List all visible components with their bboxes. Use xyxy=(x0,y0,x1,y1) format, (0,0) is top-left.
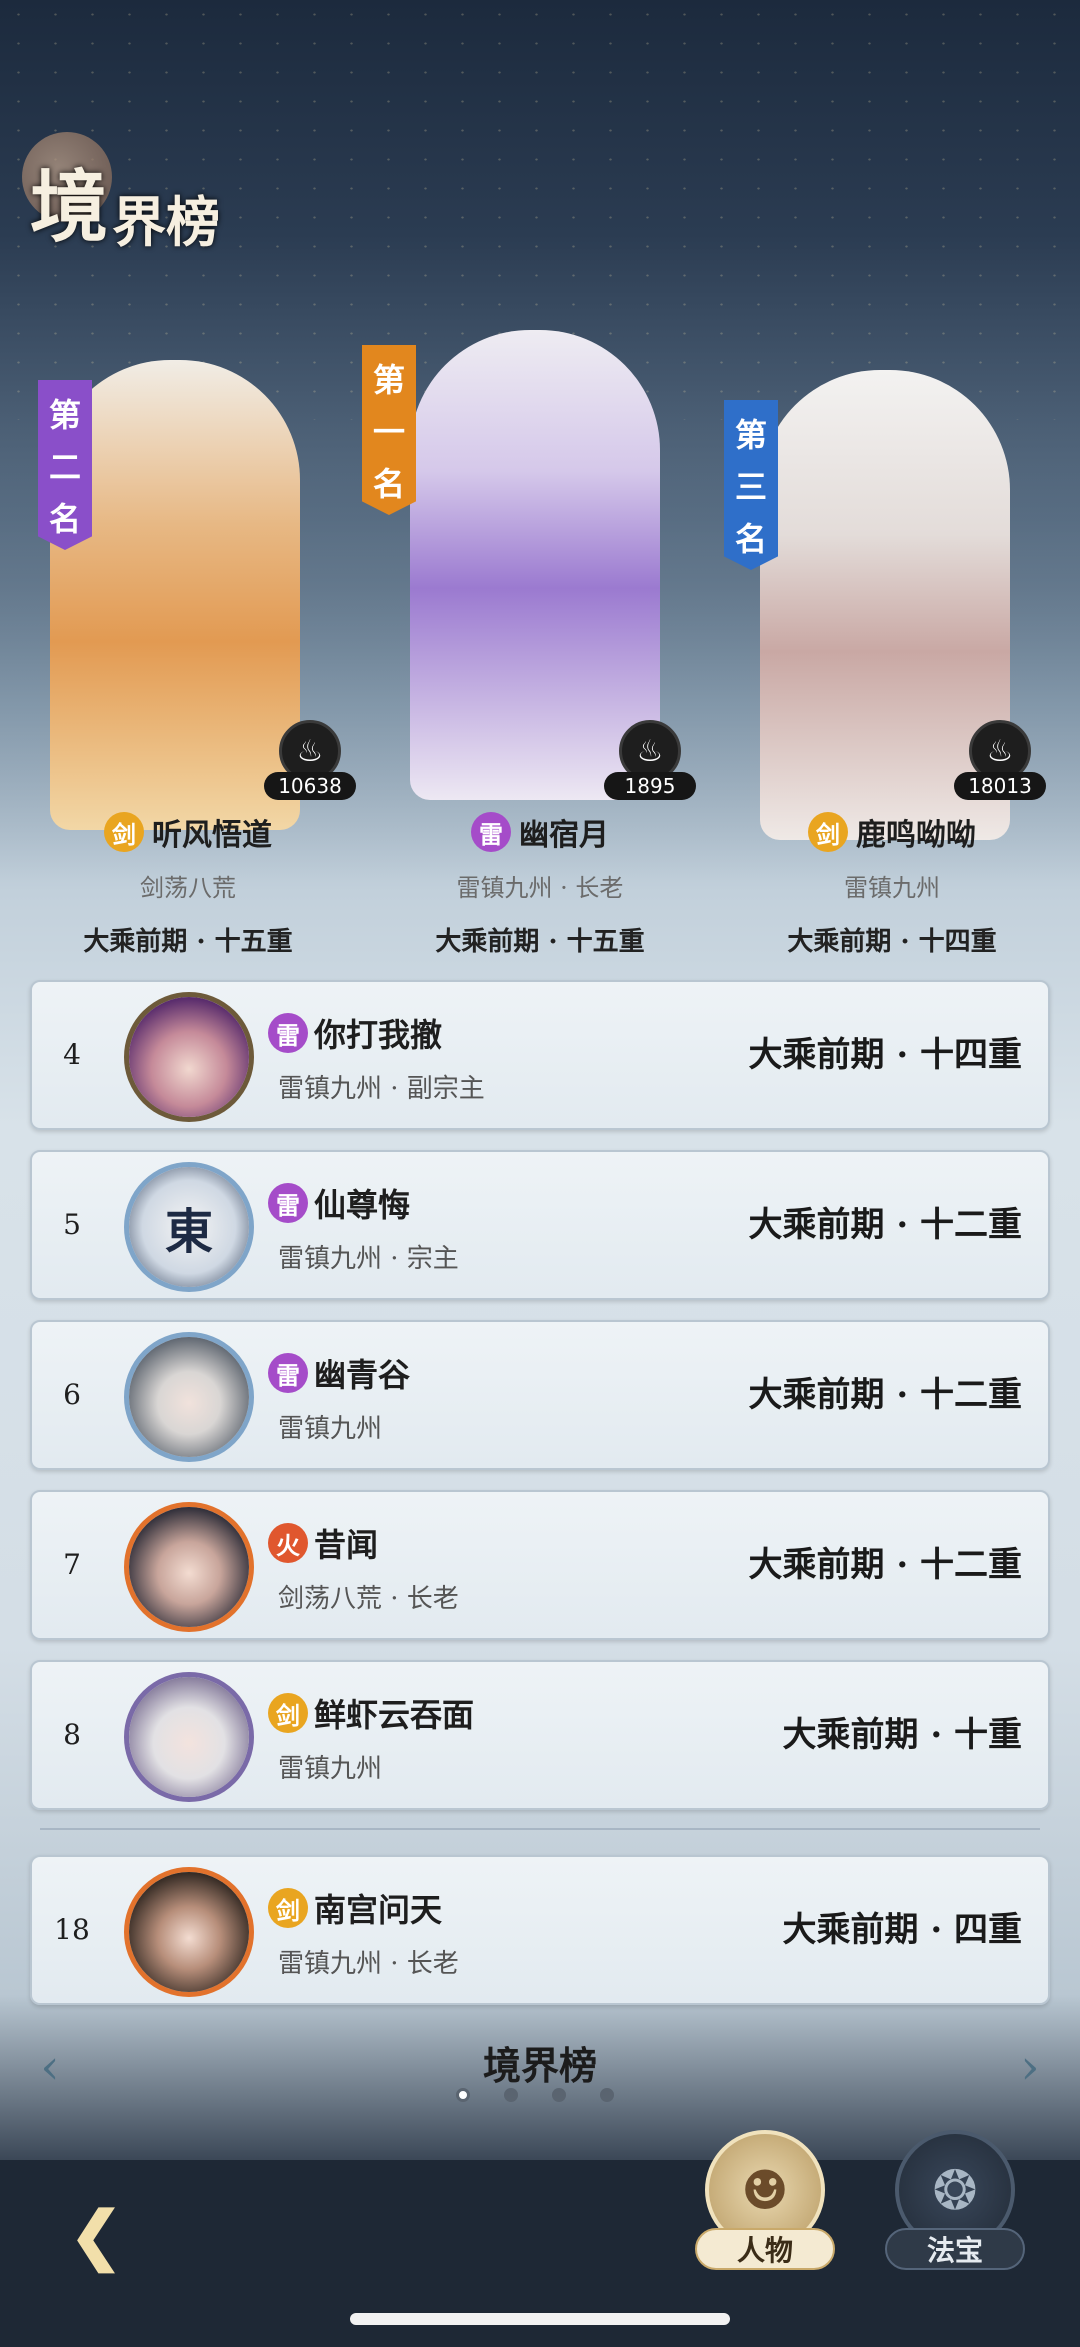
likes-count: 10638 xyxy=(264,772,356,800)
rank-char: 二 xyxy=(48,448,81,486)
element-badge: 雷 xyxy=(471,812,511,852)
page-dot[interactable] xyxy=(552,2088,566,2102)
leaderboard-label: 境界榜 xyxy=(482,2043,597,2088)
player-name: 昔闻 xyxy=(314,1526,379,1564)
sect-info: 雷镇九州 xyxy=(278,1414,383,1444)
element-badge: 雷 xyxy=(268,1183,308,1223)
sect-info: 雷镇九州 xyxy=(844,874,940,902)
player-name: 鲜虾云吞面 xyxy=(314,1696,475,1734)
rank-char: 第 xyxy=(734,416,767,454)
avatar[interactable] xyxy=(124,1502,254,1632)
ranking-row[interactable]: 4 雷你打我撤 雷镇九州 · 副宗主 大乘前期 · 十四重 xyxy=(30,980,1050,1130)
element-badge: 剑 xyxy=(268,1693,308,1733)
back-arrow-icon[interactable]: ❮ xyxy=(48,2196,144,2276)
tab-person[interactable]: ☻ 人物 xyxy=(695,2130,835,2290)
podium-rank-2[interactable]: 第 二 名 ♨ 10638 xyxy=(20,330,356,830)
player-name: 鹿鸣呦呦 xyxy=(856,818,976,853)
rank-banner: 第 二 名 xyxy=(38,380,92,550)
player-name: 幽青谷 xyxy=(314,1356,411,1394)
rank-banner: 第 一 名 xyxy=(362,345,416,515)
rank-number: 6 xyxy=(63,1378,81,1411)
page-title-rest: 界榜 xyxy=(112,190,221,254)
element-badge: 剑 xyxy=(268,1888,308,1928)
rank-char: 第 xyxy=(48,396,81,434)
rank-char: 名 xyxy=(734,520,767,558)
podium-info-rank-2: 剑 听风悟道 剑荡八荒 大乘前期 · 十五重 xyxy=(8,810,368,958)
sect-info: 雷镇九州 · 长老 xyxy=(278,1949,459,1979)
player-name: 幽宿月 xyxy=(519,818,609,853)
avatar[interactable] xyxy=(124,1672,254,1802)
likes-count: 1895 xyxy=(604,772,696,800)
element-badge: 雷 xyxy=(268,1353,308,1393)
ranking-row[interactable]: 8 剑鲜虾云吞面 雷镇九州 大乘前期 · 十重 xyxy=(30,1660,1050,1810)
rank-number: 7 xyxy=(63,1548,81,1581)
sect-info: 雷镇九州 · 长老 xyxy=(456,874,624,902)
tab-treasure[interactable]: ❂ 法宝 xyxy=(885,2130,1025,2290)
rank-banner: 第 三 名 xyxy=(724,400,778,570)
page-title: 境 界榜 xyxy=(30,145,220,257)
avatar[interactable] xyxy=(124,1332,254,1462)
player-name: 仙尊悔 xyxy=(314,1186,411,1224)
realm-level: 大乘前期 · 十四重 xyxy=(787,927,997,957)
sect-info: 剑荡八荒 xyxy=(140,874,236,902)
rank-number: 4 xyxy=(63,1038,81,1071)
realm-level: 大乘前期 · 十重 xyxy=(782,1715,1022,1755)
element-badge: 火 xyxy=(268,1523,308,1563)
rank-number: 8 xyxy=(63,1718,81,1751)
avatar[interactable] xyxy=(124,1867,254,1997)
realm-level: 大乘前期 · 十五重 xyxy=(435,927,645,957)
podium-rank-1[interactable]: 第 一 名 ♨ 1895 xyxy=(362,300,696,800)
likes-badge[interactable]: ♨ 1895 xyxy=(604,720,696,810)
rank-number: 18 xyxy=(54,1913,90,1946)
ranking-row[interactable]: 7 火昔闻 剑荡八荒 · 长老 大乘前期 · 十二重 xyxy=(30,1490,1050,1640)
player-name: 南宫问天 xyxy=(314,1891,443,1929)
ranking-row[interactable]: 6 雷幽青谷 雷镇九州 大乘前期 · 十二重 xyxy=(30,1320,1050,1470)
rank-number: 5 xyxy=(63,1208,81,1241)
next-page-arrow-icon[interactable]: › xyxy=(1010,2040,1050,2094)
page-dot[interactable] xyxy=(600,2088,614,2102)
avatar[interactable]: 東 xyxy=(124,1162,254,1292)
sect-info: 剑荡八荒 · 长老 xyxy=(278,1584,459,1614)
rank-char: 三 xyxy=(734,468,767,506)
my-ranking-row[interactable]: 18 剑南宫问天 雷镇九州 · 长老 大乘前期 · 四重 xyxy=(30,1855,1050,2005)
tab-person-label: 人物 xyxy=(695,2228,835,2270)
player-name: 听风悟道 xyxy=(152,818,272,853)
rank-char: 名 xyxy=(372,465,405,503)
podium-rank-3[interactable]: 第 三 名 ♨ 18013 xyxy=(724,340,1046,840)
podium-info-rank-3: 剑 鹿鸣呦呦 雷镇九州 大乘前期 · 十四重 xyxy=(712,810,1072,958)
rank-char: 第 xyxy=(372,361,405,399)
page-dot-active[interactable] xyxy=(456,2088,470,2102)
page-dot[interactable] xyxy=(504,2088,518,2102)
rank-char: 一 xyxy=(372,413,405,451)
realm-level: 大乘前期 · 四重 xyxy=(782,1910,1022,1950)
page-title-first-char: 境 xyxy=(30,162,109,253)
realm-level: 大乘前期 · 十二重 xyxy=(748,1545,1022,1585)
player-name: 你打我撤 xyxy=(314,1016,443,1054)
likes-count: 18013 xyxy=(954,772,1046,800)
realm-level: 大乘前期 · 十四重 xyxy=(748,1035,1022,1075)
realm-level: 大乘前期 · 十二重 xyxy=(748,1375,1022,1415)
sect-info: 雷镇九州 · 宗主 xyxy=(278,1244,459,1274)
likes-badge[interactable]: ♨ 10638 xyxy=(264,720,356,810)
element-badge: 剑 xyxy=(808,812,848,852)
list-divider xyxy=(40,1828,1040,1830)
element-badge: 雷 xyxy=(268,1013,308,1053)
tab-treasure-label: 法宝 xyxy=(885,2228,1025,2270)
sect-info: 雷镇九州 · 副宗主 xyxy=(278,1074,485,1104)
page-indicator xyxy=(456,2088,614,2102)
podium-info-rank-1: 雷 幽宿月 雷镇九州 · 长老 大乘前期 · 十五重 xyxy=(360,810,720,958)
home-indicator[interactable] xyxy=(350,2313,730,2325)
element-badge: 剑 xyxy=(104,812,144,852)
rank-char: 名 xyxy=(48,500,81,538)
likes-badge[interactable]: ♨ 18013 xyxy=(954,720,1046,810)
avatar[interactable] xyxy=(124,992,254,1122)
ranking-row[interactable]: 5 東 雷仙尊悔 雷镇九州 · 宗主 大乘前期 · 十二重 xyxy=(30,1150,1050,1300)
sect-info: 雷镇九州 xyxy=(278,1754,383,1784)
avatar-glyph: 東 xyxy=(164,1204,213,1260)
realm-level: 大乘前期 · 十五重 xyxy=(83,927,293,957)
realm-level: 大乘前期 · 十二重 xyxy=(748,1205,1022,1245)
